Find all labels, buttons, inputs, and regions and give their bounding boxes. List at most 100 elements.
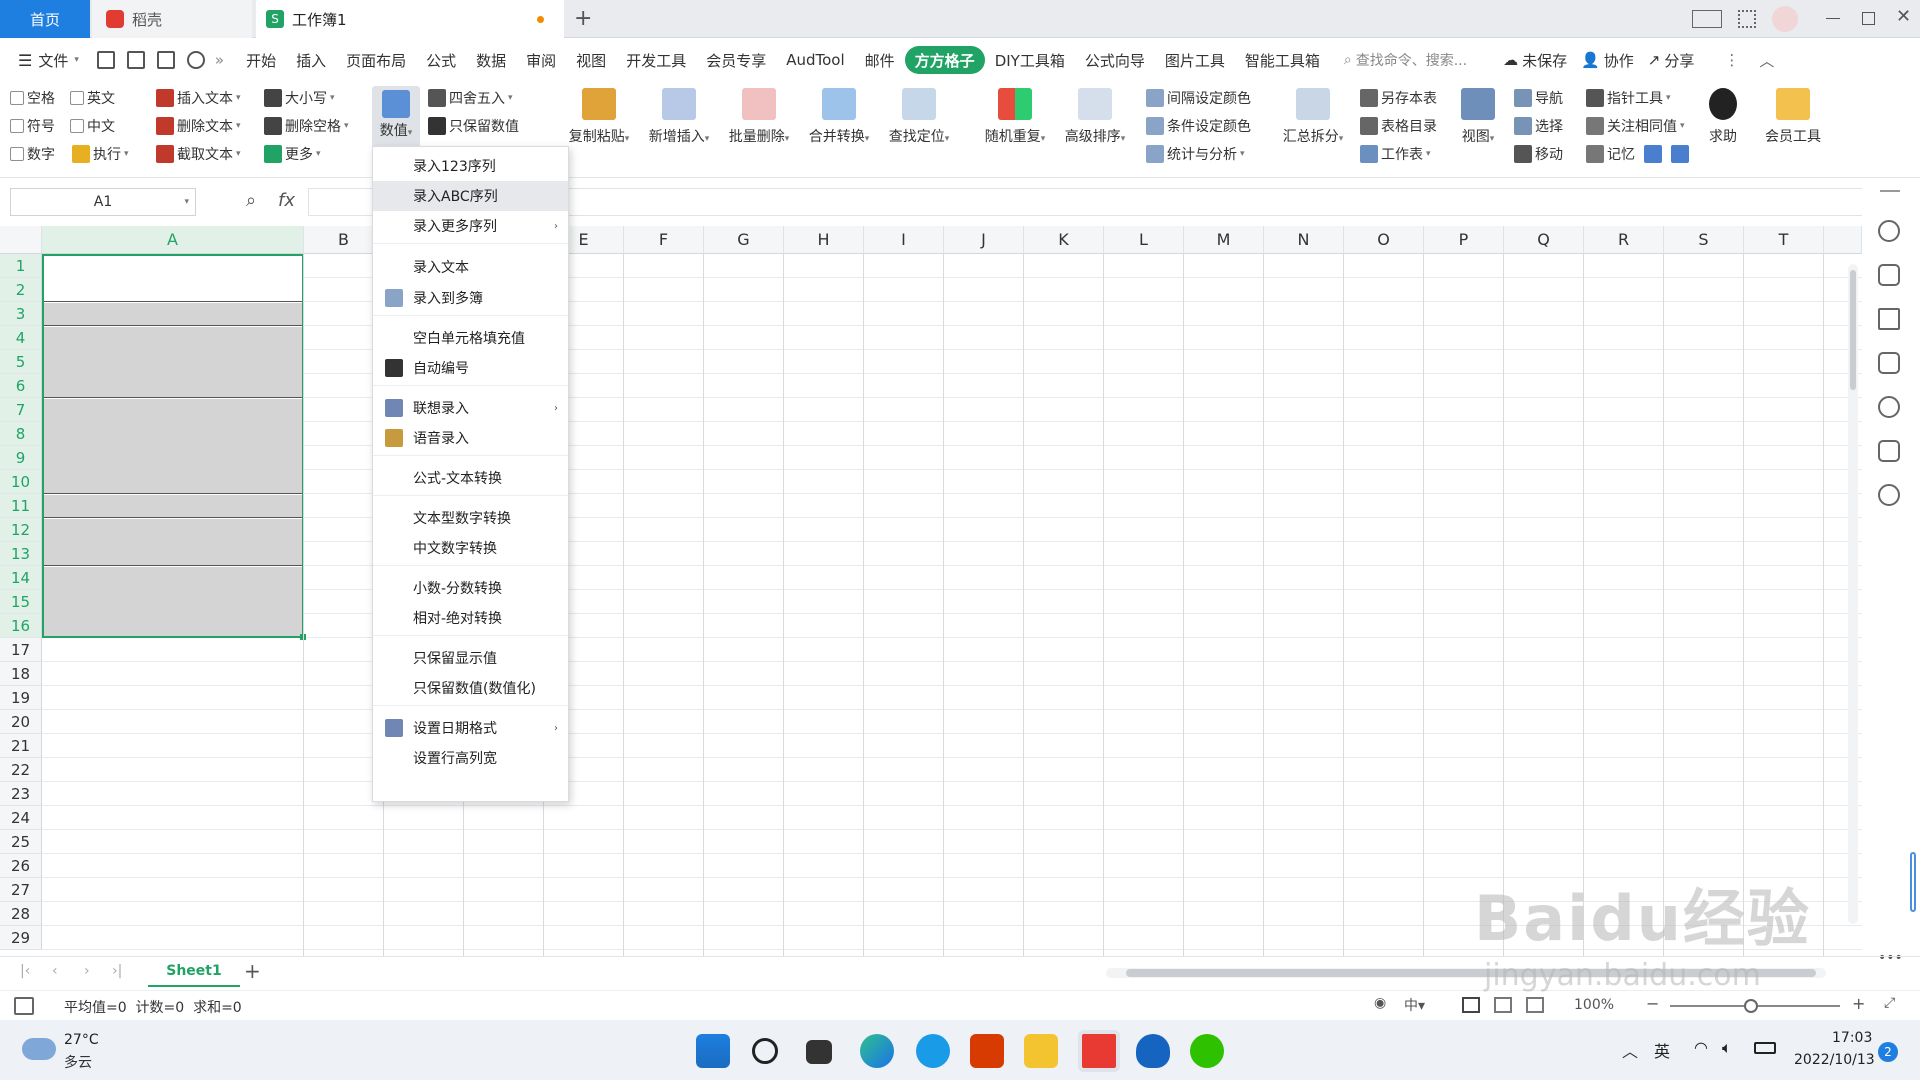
value-button[interactable]: 数值▾ bbox=[372, 86, 420, 148]
row-header-4[interactable]: 4 bbox=[0, 326, 42, 350]
column-header-M[interactable]: M bbox=[1184, 226, 1264, 254]
export-icon[interactable] bbox=[126, 51, 145, 69]
menu-item-10[interactable]: 邮件 bbox=[855, 46, 905, 74]
menu-item-11[interactable]: 方方格子 bbox=[904, 46, 985, 74]
zoom-thumb[interactable] bbox=[1744, 999, 1758, 1013]
row-header-5[interactable]: 5 bbox=[0, 350, 42, 374]
more-button[interactable]: 更多 ▾ bbox=[264, 144, 321, 164]
column-header-R[interactable]: R bbox=[1584, 226, 1664, 254]
column-header-T[interactable]: T bbox=[1744, 226, 1824, 254]
spreadsheet-grid[interactable]: ABCDEFGHIJKLMNOPQRST 1234567891011121314… bbox=[0, 226, 1862, 956]
share-button[interactable]: ↗ 分享 bbox=[1648, 50, 1695, 71]
column-header-F[interactable]: F bbox=[624, 226, 704, 254]
row-header-2[interactable]: 2 bbox=[0, 278, 42, 302]
row-header-21[interactable]: 21 bbox=[0, 734, 42, 758]
explorer-icon[interactable] bbox=[1024, 1034, 1058, 1068]
merged-cell-a4-a6[interactable] bbox=[44, 327, 302, 398]
row-header-1[interactable]: 1 bbox=[0, 254, 42, 278]
digit-checkbox[interactable]: 数字 bbox=[10, 144, 55, 164]
menu-item-12[interactable]: DIY工具箱 bbox=[985, 46, 1075, 74]
cursor-icon[interactable] bbox=[1878, 308, 1900, 330]
view-button[interactable]: 视图▾ bbox=[1450, 88, 1506, 146]
merged-cell-a7-a10[interactable] bbox=[44, 399, 302, 494]
back-icon[interactable] bbox=[1644, 145, 1662, 163]
print-icon[interactable] bbox=[156, 51, 175, 69]
preview-icon[interactable] bbox=[186, 51, 205, 69]
chinese-checkbox[interactable]: 中文 bbox=[70, 116, 115, 136]
interval-color-button[interactable]: 间隔设定颜色 bbox=[1146, 88, 1251, 108]
dropdown-item-0[interactable]: 录入123序列 bbox=[373, 151, 568, 181]
wps-icon[interactable] bbox=[1078, 1030, 1120, 1072]
space-checkbox[interactable]: 空格 bbox=[10, 88, 55, 108]
row-header-29[interactable]: 29 bbox=[0, 926, 42, 950]
column-header-I[interactable]: I bbox=[864, 226, 944, 254]
chevron-up-icon[interactable]: ︿ bbox=[1622, 1038, 1638, 1062]
weather-temp[interactable]: 27°C bbox=[64, 1032, 99, 1048]
merged-cell-a11[interactable] bbox=[44, 495, 302, 518]
compass-icon[interactable] bbox=[1878, 484, 1900, 506]
summary-split-button[interactable]: 汇总拆分▾ bbox=[1278, 88, 1348, 146]
case-button[interactable]: 大小写 ▾ bbox=[264, 88, 335, 108]
forward-icon[interactable] bbox=[1671, 145, 1689, 163]
minimize-icon[interactable] bbox=[1826, 18, 1840, 19]
merge-convert-button[interactable]: 合并转换▾ bbox=[804, 88, 874, 146]
select-all-corner[interactable] bbox=[0, 226, 42, 254]
menu-item-1[interactable]: 插入 bbox=[286, 46, 336, 74]
edge-icon[interactable] bbox=[860, 1034, 894, 1068]
dropdown-item-7[interactable]: 联想录入 › bbox=[373, 393, 568, 423]
menu-item-5[interactable]: 审阅 bbox=[516, 46, 566, 74]
zoom-formula-icon[interactable]: ⌕ bbox=[246, 190, 256, 211]
macro-record-icon[interactable] bbox=[14, 997, 34, 1015]
round-button[interactable]: 四舍五入 ▾ bbox=[428, 88, 513, 108]
eye-protect-icon[interactable]: ◉ bbox=[1374, 995, 1386, 1011]
zoom-level[interactable]: 100% bbox=[1574, 997, 1614, 1013]
clock-date[interactable]: 2022/10/13 bbox=[1794, 1052, 1875, 1068]
nav-button[interactable]: 导航 bbox=[1514, 88, 1563, 108]
dropdown-item-14[interactable]: 只保留显示值 bbox=[373, 643, 568, 673]
collapse-ribbon-icon[interactable]: ︿ bbox=[1759, 50, 1774, 71]
dropdown-item-12[interactable]: 小数-分数转换 bbox=[373, 573, 568, 603]
column-header-N[interactable]: N bbox=[1264, 226, 1344, 254]
row-header-17[interactable]: 17 bbox=[0, 638, 42, 662]
crop-icon[interactable] bbox=[1878, 352, 1900, 374]
column-header-Q[interactable]: Q bbox=[1504, 226, 1584, 254]
row-header-26[interactable]: 26 bbox=[0, 854, 42, 878]
focus-same-button[interactable]: 关注相同值 ▾ bbox=[1586, 116, 1685, 136]
new-tab-icon[interactable]: + bbox=[574, 6, 592, 31]
dropdown-item-9[interactable]: 公式-文本转换 bbox=[373, 463, 568, 493]
cond-color-button[interactable]: 条件设定颜色 bbox=[1146, 116, 1251, 136]
wechat-icon[interactable] bbox=[1190, 1034, 1224, 1068]
dropdown-item-10[interactable]: 文本型数字转换 bbox=[373, 503, 568, 533]
table-dir-button[interactable]: 表格目录 bbox=[1360, 116, 1437, 136]
dropdown-item-1[interactable]: 录入ABC序列 bbox=[373, 181, 568, 211]
tab-workbook[interactable]: S 工作簿1 bbox=[256, 0, 564, 38]
dropdown-item-4[interactable]: 录入到多簿 bbox=[373, 283, 568, 313]
unsaved-button[interactable]: ☁ 未保存 bbox=[1503, 50, 1567, 71]
name-box[interactable]: A1 ▾ bbox=[10, 188, 196, 216]
fx-icon[interactable]: fx bbox=[278, 190, 295, 211]
column-header-J[interactable]: J bbox=[944, 226, 1024, 254]
select-button[interactable]: 选择 bbox=[1514, 116, 1563, 136]
save-icon[interactable] bbox=[96, 51, 115, 69]
notification-badge[interactable]: 2 bbox=[1878, 1042, 1898, 1062]
stats-button[interactable]: 统计与分析 ▾ bbox=[1146, 144, 1245, 164]
memory-button[interactable]: 记忆 bbox=[1586, 144, 1689, 164]
column-header-A[interactable]: A bbox=[42, 226, 304, 254]
menu-item-6[interactable]: 视图 bbox=[566, 46, 616, 74]
member-tools-button[interactable]: 会员工具 bbox=[1758, 88, 1828, 146]
help-button[interactable]: 求助 bbox=[1698, 88, 1748, 146]
row-header-7[interactable]: 7 bbox=[0, 398, 42, 422]
menu-item-15[interactable]: 智能工具箱 bbox=[1235, 46, 1330, 74]
column-header-P[interactable]: P bbox=[1424, 226, 1504, 254]
menu-item-7[interactable]: 开发工具 bbox=[616, 46, 696, 74]
search-icon[interactable] bbox=[752, 1038, 778, 1064]
sidebar-handle[interactable] bbox=[1880, 190, 1900, 192]
delete-text-button[interactable]: 删除文本 ▾ bbox=[156, 116, 241, 136]
column-header-H[interactable]: H bbox=[784, 226, 864, 254]
file-menu[interactable]: ☰ 文件 ▾ bbox=[8, 46, 89, 74]
extract-text-button[interactable]: 截取文本 ▾ bbox=[156, 144, 241, 164]
volume-icon[interactable]: 🔈︎ bbox=[1722, 1038, 1732, 1058]
row-header-10[interactable]: 10 bbox=[0, 470, 42, 494]
input-mode-icon[interactable]: 中▾ bbox=[1404, 995, 1425, 1015]
row-header-8[interactable]: 8 bbox=[0, 422, 42, 446]
